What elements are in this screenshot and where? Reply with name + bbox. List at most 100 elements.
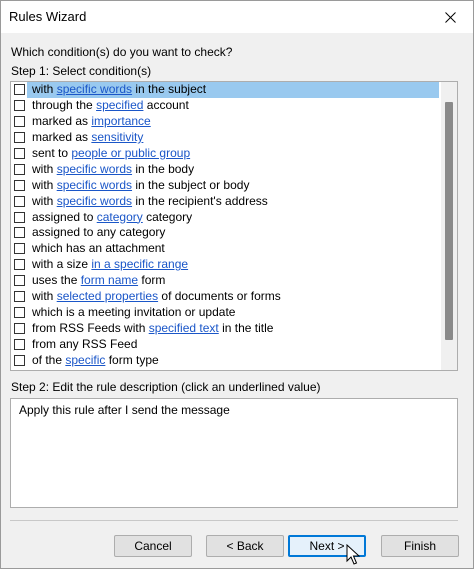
condition-value-link[interactable]: specific words [57,194,132,208]
condition-checkbox[interactable] [14,163,25,175]
condition-text: form [138,273,166,288]
condition-checkbox[interactable] [14,275,25,287]
condition-value-link[interactable]: specific [65,353,105,367]
condition-text: in the recipient's address [132,193,268,208]
condition-row[interactable]: marked as sensitivity [11,130,439,146]
condition-text: in the title [218,320,274,335]
condition-text: of documents or forms [158,289,281,304]
condition-text: with a size [32,257,92,272]
condition-row[interactable]: with specific words in the subject [14,82,439,98]
conditions-scrollbar[interactable] [441,82,457,370]
condition-checkbox[interactable] [14,354,25,366]
back-button[interactable]: < Back [206,535,284,557]
condition-value-link[interactable]: in a specific range [91,257,188,271]
conditions-list[interactable]: with specific words in the subject throug… [11,82,439,368]
condition-text: account [143,98,189,113]
condition-text: marked as [32,130,92,145]
conditions-prompt: Which condition(s) do you want to check? [11,45,233,59]
condition-label: assigned to any category [32,225,165,240]
condition-value-link[interactable]: form name [81,273,138,287]
window-title: Rules Wizard [9,9,87,24]
condition-text: in the subject or body [132,177,250,192]
condition-label: with specific words in the subject or bo… [32,178,249,193]
condition-text: category [142,209,193,224]
condition-label: from any RSS Feed [32,337,137,352]
mouse-pointer-icon [346,544,360,565]
condition-label: marked as sensitivity [32,130,143,145]
condition-label: of the specific form type [32,353,159,368]
scrollbar-thumb[interactable] [445,102,453,340]
condition-checkbox[interactable] [14,243,25,255]
condition-label: sent to people or public group [32,146,190,161]
condition-checkbox[interactable] [14,100,25,112]
condition-value-link[interactable]: selected properties [57,289,158,303]
cancel-button[interactable]: Cancel [114,535,192,557]
condition-checkbox[interactable] [14,211,25,223]
condition-text: from any RSS Feed [32,336,138,351]
condition-text: with [32,82,57,97]
condition-label: with specific words in the body [32,162,194,177]
condition-text: with [32,161,57,176]
condition-text: in the subject [132,82,207,97]
rule-description-text: Apply this rule after I send the message [19,403,230,417]
condition-checkbox[interactable] [14,132,25,144]
conditions-list-box[interactable]: with specific words in the subject throug… [10,81,458,371]
condition-value-link[interactable]: specific words [57,82,132,96]
condition-checkbox[interactable] [14,291,25,303]
condition-text: with [32,177,57,192]
condition-text: of the [32,352,66,367]
condition-value-link[interactable]: specified [96,98,143,112]
condition-row[interactable]: from any RSS Feed [11,336,439,352]
condition-row[interactable]: uses the form name form [11,273,439,289]
condition-text: from RSS Feeds with [32,320,149,335]
condition-checkbox[interactable] [14,306,25,318]
condition-checkbox[interactable] [14,116,25,128]
condition-text: in the body [132,161,195,176]
condition-text: assigned to [32,209,97,224]
condition-text: with [32,289,57,304]
finish-button[interactable]: Finish [381,535,459,557]
condition-checkbox[interactable] [14,195,25,207]
condition-value-link[interactable]: specific words [57,162,132,176]
condition-text: marked as [32,114,92,129]
condition-value-link[interactable]: specified text [149,321,219,335]
condition-row[interactable]: marked as importance [11,114,439,130]
condition-checkbox[interactable] [14,338,25,350]
divider [10,520,458,521]
condition-checkbox[interactable] [14,322,25,334]
condition-text: through the [32,98,97,113]
condition-text: which is a meeting invitation or update [32,304,236,319]
condition-value-link[interactable]: category [97,210,143,224]
condition-row[interactable]: which has an attachment [11,241,439,257]
condition-checkbox[interactable] [14,179,25,191]
condition-row[interactable]: which is a meeting invitation or update [11,304,439,320]
condition-row[interactable]: through the specified account [11,98,439,114]
condition-value-link[interactable]: people or public group [71,146,190,160]
condition-value-link[interactable]: importance [91,114,150,128]
condition-row[interactable]: with specific words in the recipient's a… [11,193,439,209]
condition-label: from RSS Feeds with specified text in th… [32,321,273,336]
close-button[interactable] [427,1,473,33]
condition-row[interactable]: from RSS Feeds with specified text in th… [11,320,439,336]
condition-checkbox[interactable] [14,84,25,96]
condition-row[interactable]: with specific words in the body [11,161,439,177]
condition-row[interactable]: with selected properties of documents or… [11,289,439,305]
condition-checkbox[interactable] [14,227,25,239]
condition-row[interactable]: sent to people or public group [11,146,439,162]
condition-label: with specific words in the recipient's a… [32,194,268,209]
condition-row[interactable]: with specific words in the subject or bo… [11,177,439,193]
rule-description-box[interactable]: Apply this rule after I send the message [10,398,458,508]
condition-value-link[interactable]: sensitivity [91,130,143,144]
condition-row[interactable]: assigned to any category [11,225,439,241]
close-icon [444,11,456,23]
condition-text: uses the [32,273,81,288]
condition-value-link[interactable]: specific words [57,178,132,192]
condition-row[interactable]: assigned to category category [11,209,439,225]
condition-row[interactable]: of the specific form type [11,352,439,368]
condition-label: through the specified account [32,98,189,113]
condition-row[interactable]: with a size in a specific range [11,257,439,273]
condition-checkbox[interactable] [14,148,25,159]
condition-label: which is a meeting invitation or update [32,305,235,320]
condition-checkbox[interactable] [14,259,25,271]
condition-text: assigned to any category [32,225,166,240]
